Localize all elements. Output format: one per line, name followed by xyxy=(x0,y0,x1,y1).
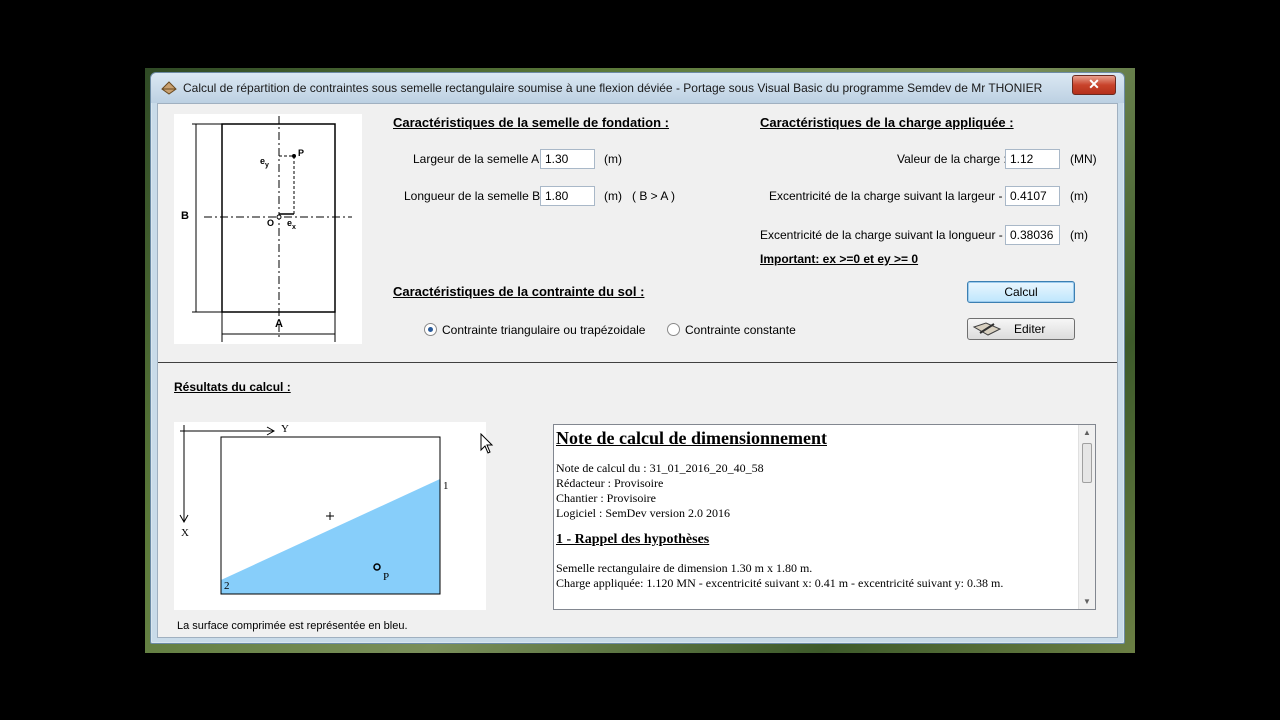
scroll-thumb[interactable] xyxy=(1082,443,1092,483)
longueur-input[interactable]: 1.80 xyxy=(540,186,595,206)
editer-label: Editer xyxy=(1014,322,1046,336)
window-title: Calcul de répartition de contraintes sou… xyxy=(183,81,1043,95)
mouse-cursor-icon xyxy=(480,433,494,454)
charge-valeur-label: Valeur de la charge : xyxy=(897,152,1007,166)
editer-icon xyxy=(972,322,1002,336)
note-line: Chantier : Provisoire xyxy=(556,491,656,505)
radio-triangulaire[interactable] xyxy=(424,323,437,336)
note-line: Semelle rectangulaire de dimension 1.30 … xyxy=(556,561,813,575)
point-p-label: P xyxy=(383,571,390,583)
stress-diagram-svg xyxy=(179,425,441,595)
important-note: Important: ex >=0 et ey >= 0 xyxy=(760,252,919,266)
largeur-input[interactable]: 1.30 xyxy=(540,149,595,169)
separator-line xyxy=(158,362,1117,363)
charge-section-title: Caractéristiques de la charge appliquée … xyxy=(760,115,1014,130)
note-line: Logiciel : SemDev version 2.0 2016 xyxy=(556,506,730,520)
radio-constante-label[interactable]: Contrainte constante xyxy=(685,323,796,337)
axis-y-label: Y xyxy=(281,423,289,435)
ey-unit: (m) xyxy=(1070,228,1088,242)
axis-x-label: X xyxy=(181,527,189,539)
scroll-up-icon[interactable]: ▲ xyxy=(1083,428,1091,437)
longueur-hint: ( B > A ) xyxy=(632,189,676,203)
charge-valeur-input[interactable]: 1.12 xyxy=(1005,149,1060,169)
radio-triangulaire-label[interactable]: Contrainte triangulaire ou trapézoidale xyxy=(442,323,645,337)
largeur-label: Largeur de la semelle A : xyxy=(413,152,546,166)
ex-label: Excentricité de la charge suivant la lar… xyxy=(769,189,1026,203)
ex-unit: (m) xyxy=(1070,189,1088,203)
largeur-unit: (m) xyxy=(604,152,622,166)
sketch-label-a: A xyxy=(275,318,283,330)
app-window: Calcul de répartition de contraintes sou… xyxy=(150,72,1125,644)
ex-input[interactable]: 0.4107 xyxy=(1005,186,1060,206)
longueur-label: Longueur de la semelle B : xyxy=(404,189,547,203)
sketch-label-b: B xyxy=(181,210,189,222)
client-area: B A P O ey ex Caractéristiques de la sem… xyxy=(157,103,1118,638)
scroll-down-icon[interactable]: ▼ xyxy=(1083,597,1091,606)
calc-note-panel[interactable]: Note de calcul de dimensionnement Note d… xyxy=(553,424,1096,610)
radio-constante[interactable] xyxy=(667,323,680,336)
ey-input[interactable]: 0.38036 xyxy=(1005,225,1060,245)
note-line: Rédacteur : Provisoire xyxy=(556,476,664,490)
ey-label: Excentricité de la charge suivant la lon… xyxy=(760,228,1026,242)
note-scrollbar[interactable]: ▲ ▼ xyxy=(1078,425,1095,609)
title-bar[interactable]: Calcul de répartition de contraintes sou… xyxy=(151,73,1124,103)
charge-valeur-unit: (MN) xyxy=(1070,152,1097,166)
sketch-label-ex: ex xyxy=(287,218,296,231)
stress-diagram: Y X 1 2 P xyxy=(174,422,486,610)
note-line: Charge appliquée: 1.120 MN - excentricit… xyxy=(556,576,1004,590)
corner-2-label: 2 xyxy=(224,580,230,592)
note-section-1: 1 - Rappel des hypothèses xyxy=(556,532,710,547)
semelle-section-title: Caractéristiques de la semelle de fondat… xyxy=(393,115,669,130)
corner-1-label: 1 xyxy=(443,480,449,492)
note-heading: Note de calcul de dimensionnement xyxy=(556,428,827,448)
editer-button[interactable]: Editer xyxy=(967,318,1075,340)
calcul-button[interactable]: Calcul xyxy=(967,281,1075,303)
footing-sketch: B A P O ey ex xyxy=(174,114,362,344)
close-button[interactable]: ✕ xyxy=(1072,75,1116,95)
resultats-caption: La surface comprimée est représentée en … xyxy=(177,620,408,632)
longueur-unit: (m) xyxy=(604,189,622,203)
sketch-label-p: P xyxy=(298,148,305,158)
calc-note-content: Note de calcul de dimensionnement Note d… xyxy=(556,427,1076,591)
resultats-title: Résultats du calcul : xyxy=(174,380,291,394)
app-icon xyxy=(161,81,177,95)
note-line: Note de calcul du : 31_01_2016_20_40_58 xyxy=(556,461,764,475)
sketch-label-o: O xyxy=(267,218,275,228)
sol-section-title: Caractéristiques de la contrainte du sol… xyxy=(393,284,645,299)
sketch-label-ey: ey xyxy=(260,156,269,169)
